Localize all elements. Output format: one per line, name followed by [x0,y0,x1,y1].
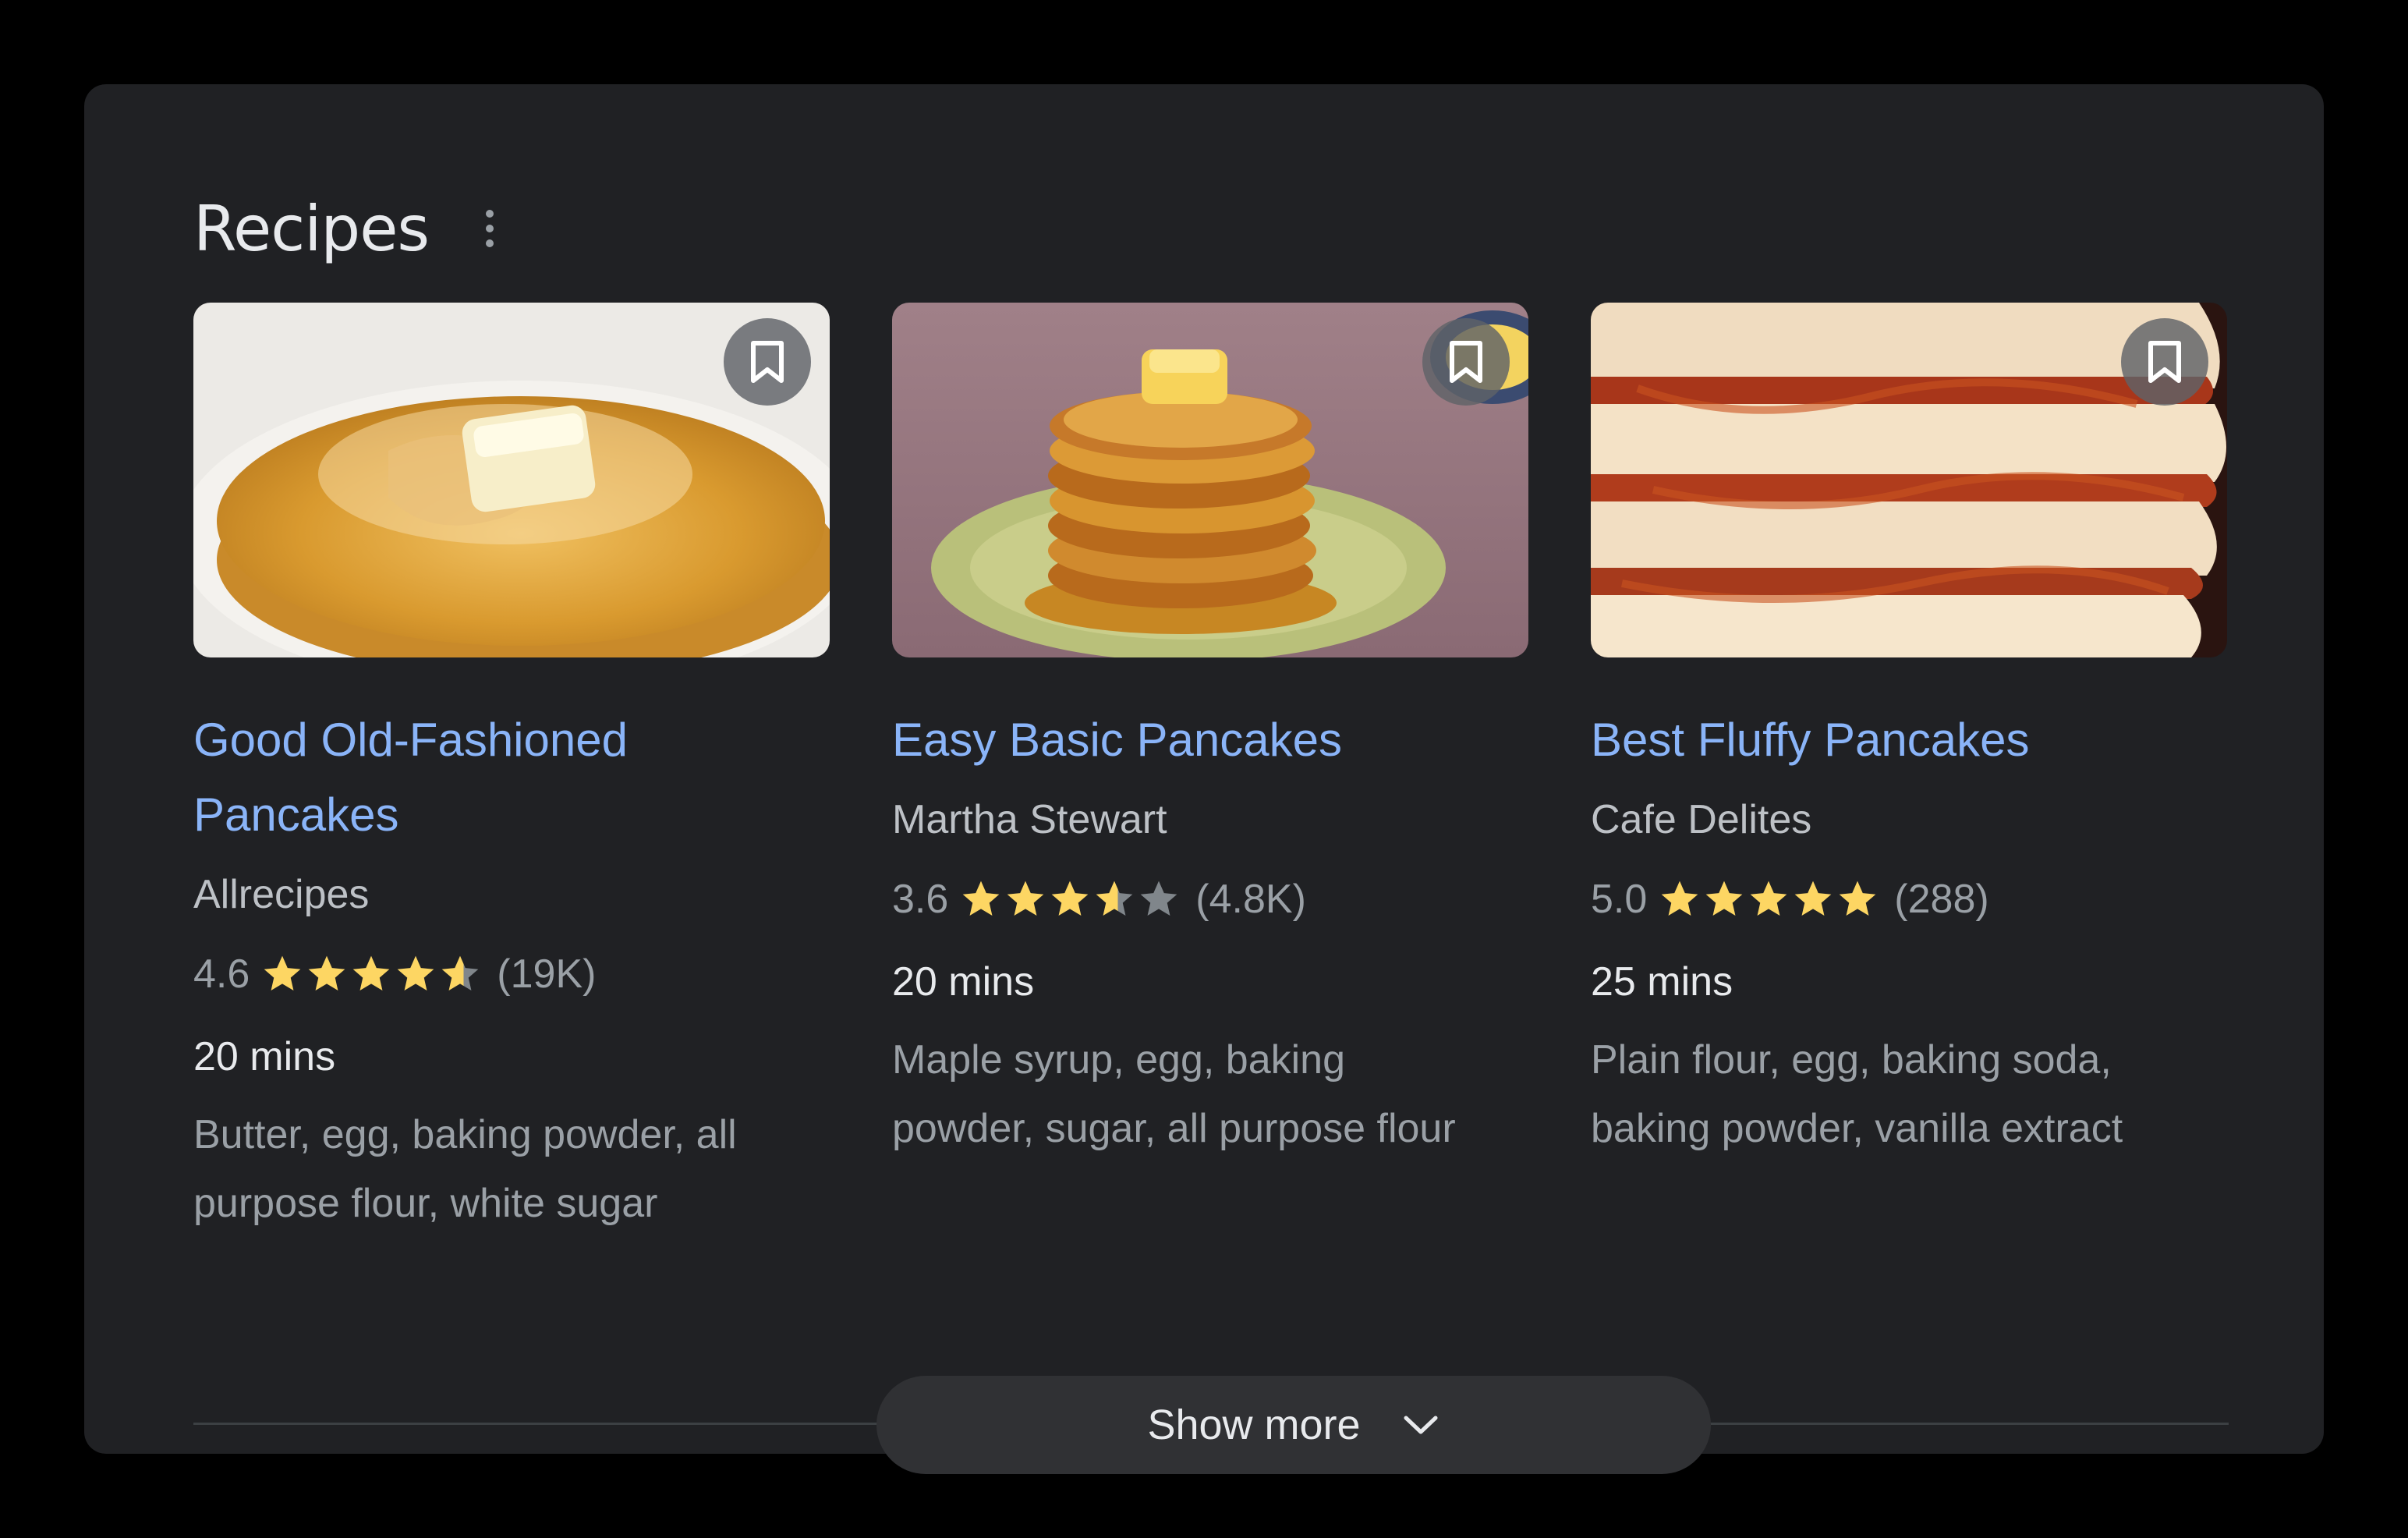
star-rating [959,877,1181,921]
star-icon [397,955,434,990]
ingredients-line: baking powder, vanilla extract [1591,1106,2123,1151]
star-icon [1007,881,1044,916]
star-icon [352,955,390,990]
bookmark-icon[interactable] [1422,318,1510,406]
recipe-source: Cafe Delites [1591,797,1812,842]
recipe-title[interactable]: Best Fluffy Pancakes [1591,703,2227,778]
star-icon [962,881,1000,916]
recipe-image[interactable] [193,303,830,657]
recipe-title-line[interactable]: Pancakes [193,778,830,852]
rating-row: 3.6 (4.8K) [892,857,1528,941]
recipe-title-line[interactable]: Easy Basic Pancakes [892,703,1528,778]
cook-time: 25 mins [1591,959,1733,1005]
star-icon [1705,881,1743,916]
ingredients-line: Maple syrup, egg, baking [892,1037,1346,1083]
more-vert-icon[interactable] [474,197,505,260]
recipe-source: Allrecipes [193,872,370,917]
recipe-card[interactable]: Best Fluffy Pancakes Cafe Delites 5.0 (2… [1591,303,2227,1163]
ingredients-line: Plain flour, egg, baking soda, [1591,1037,2112,1083]
bookmark-icon[interactable] [724,318,811,406]
star-icon [1140,881,1177,916]
star-icon [441,955,479,990]
show-more-label[interactable]: Show more [1147,1401,1360,1449]
star-icon [1051,881,1089,916]
review-count: (4.8K) [1195,877,1306,922]
recipe-image[interactable] [892,303,1528,657]
star-rating [1658,877,1880,921]
chevron-down-icon[interactable] [1401,1405,1440,1444]
rating-row: 4.6 (19K) [193,932,830,1016]
menu-dot [486,239,494,247]
rating-value: 3.6 [892,877,949,922]
recipe-card[interactable]: Good Old-Fashioned Pancakes Allrecipes 4… [193,303,830,1238]
rating-value: 5.0 [1591,877,1648,922]
ingredients-line: purpose flour, white sugar [193,1181,658,1226]
menu-dot [486,225,494,232]
star-icon [1096,881,1133,916]
recipe-image[interactable] [1591,303,2227,657]
show-more-button[interactable]: Show more [876,1376,1711,1474]
panel-header: Recipes [193,178,505,279]
recipe-title-line[interactable]: Best Fluffy Pancakes [1591,703,2227,778]
recipe-card[interactable]: Easy Basic Pancakes Martha Stewart 3.6 (… [892,303,1528,1163]
ingredients: Maple syrup, egg, baking powder, sugar, … [892,1026,1528,1163]
recipe-title[interactable]: Good Old-Fashioned Pancakes [193,703,830,852]
ingredients: Butter, egg, baking powder, all purpose … [193,1100,830,1238]
cook-time: 20 mins [892,959,1035,1005]
recipe-source: Martha Stewart [892,797,1167,842]
recipe-carousel: Good Old-Fashioned Pancakes Allrecipes 4… [193,303,2229,1348]
cook-time: 20 mins [193,1034,336,1079]
star-icon [1661,881,1698,916]
rating-value: 4.6 [193,952,250,997]
bookmark-icon[interactable] [2121,318,2208,406]
star-icon [264,955,301,990]
recipes-panel: Recipes Good Old-Fashioned Pancakes Allr… [84,84,2324,1474]
menu-dot [486,210,494,218]
star-icon [1750,881,1787,916]
review-count: (19K) [497,952,597,997]
ingredients-line: Butter, egg, baking powder, all [193,1112,737,1157]
star-icon [1839,881,1876,916]
star-icon [1794,881,1832,916]
recipe-title[interactable]: Easy Basic Pancakes [892,703,1528,778]
review-count: (288) [1894,877,1989,922]
panel-title: Recipes [193,192,430,265]
ingredients-line: powder, sugar, all purpose flour [892,1106,1456,1151]
ingredients: Plain flour, egg, baking soda, baking po… [1591,1026,2227,1163]
recipe-title-line[interactable]: Good Old-Fashioned [193,703,830,778]
star-rating [260,952,483,996]
star-icon [308,955,345,990]
rating-row: 5.0 (288) [1591,857,2227,941]
